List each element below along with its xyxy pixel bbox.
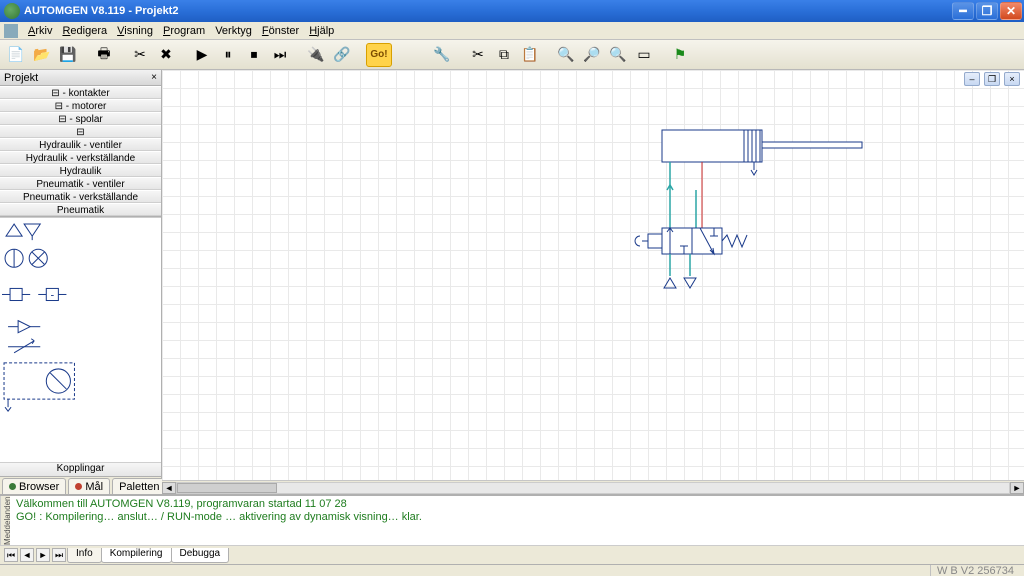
tb-connect-icon[interactable]: 🔌 (304, 43, 328, 67)
project-panel-close-icon[interactable]: × (151, 72, 157, 83)
tb-open-icon[interactable]: 📂 (30, 43, 54, 67)
tree-motorer[interactable]: ⊟ - motorer (0, 99, 161, 112)
menu-redigera[interactable]: Redigera (62, 25, 107, 37)
tb-play-icon[interactable]: ▶ (190, 43, 214, 67)
project-tree: ⊟ - kontakter ⊟ - motorer ⊟ - spolar ⊟ H… (0, 86, 161, 217)
project-panel-header: Projekt × (0, 70, 161, 86)
mdi-restore-icon[interactable]: ❐ (984, 72, 1000, 86)
valve-symbol[interactable] (635, 228, 747, 288)
tab-paletten[interactable]: Paletten (112, 478, 166, 494)
menu-fonster[interactable]: Fönster (262, 25, 299, 37)
tb-stop-icon[interactable]: ⏹ (242, 43, 266, 67)
maximize-button[interactable]: ❐ (976, 2, 998, 20)
tb-zoom-fit-icon[interactable]: 🔍 (606, 43, 630, 67)
message-line: GO! : Kompilering… anslut… / RUN-mode … … (16, 511, 1020, 524)
tb-paste-icon[interactable]: 📋 (518, 43, 542, 67)
app-icon (4, 3, 20, 19)
tb-go-button[interactable]: Go! (366, 43, 392, 67)
minimize-button[interactable]: ━ (952, 2, 974, 20)
canvas-area: – ❐ × (162, 70, 1024, 494)
hscroll-left-icon[interactable]: ◄ (162, 482, 176, 494)
tb-zoom-out-icon[interactable]: 🔎 (580, 43, 604, 67)
tree-blank[interactable]: ⊟ (0, 125, 161, 138)
tree-pneu-vent[interactable]: Pneumatik - ventiler (0, 177, 161, 190)
drawing-canvas[interactable] (162, 70, 1024, 480)
tb-window-icon[interactable]: ▭ (632, 43, 656, 67)
mdi-min-icon[interactable]: – (964, 72, 980, 86)
tb-pause-icon[interactable]: ⏸ (216, 43, 240, 67)
msgtab-last-icon[interactable]: ⏭ (52, 548, 66, 562)
tb-blank-icon[interactable] (394, 43, 418, 67)
palette-footer[interactable]: Kopplingar (0, 462, 161, 476)
menu-arkiv[interactable]: Arkiv (28, 25, 52, 37)
messages-side-label: Meddelanden (0, 496, 10, 545)
workspace: Projekt × ⊟ - kontakter ⊟ - motorer ⊟ - … (0, 70, 1024, 494)
menu-visning[interactable]: Visning (117, 25, 153, 37)
mdi-child-controls: – ❐ × (964, 72, 1020, 86)
canvas-hscrollbar[interactable]: ◄ ► (162, 480, 1024, 494)
msgtab-next-icon[interactable]: ► (36, 548, 50, 562)
tb-cut2-icon[interactable]: ✂ (466, 43, 490, 67)
pneumatic-diagram (162, 70, 1024, 480)
toolbar: 📄 📂 💾 🖶 ✂ ✖ ▶ ⏸ ⏹ ⏭ 🔌 🔗 Go! 🔧 ✂ ⧉ 📋 🔍 🔎 … (0, 40, 1024, 70)
statusbar: W B V2 256734 (0, 564, 1024, 576)
messages-panel: Meddelanden Välkommen till AUTOMGEN V8.1… (0, 494, 1024, 564)
tree-spolar[interactable]: ⊟ - spolar (0, 112, 161, 125)
tb-run-flag-icon[interactable]: ⚑ (668, 43, 692, 67)
cylinder-symbol[interactable] (662, 130, 862, 175)
window-title: AUTOMGEN V8.119 - Projekt2 (24, 5, 952, 17)
tree-hyd[interactable]: Hydraulik (0, 164, 161, 177)
tb-tool1-icon[interactable]: 🔧 (430, 43, 454, 67)
menu-verktyg[interactable]: Verktyg (215, 25, 252, 37)
tb-disconnect-icon[interactable]: 🔗 (330, 43, 354, 67)
hscroll-right-icon[interactable]: ► (1010, 482, 1024, 494)
left-panel-tabs: Browser Mål Paletten (0, 476, 161, 494)
msgtab-first-icon[interactable]: ⏮ (4, 548, 18, 562)
tab-mal[interactable]: Mål (68, 478, 110, 494)
svg-text:-: - (50, 290, 54, 302)
tb-cut-icon[interactable]: ✂ (128, 43, 152, 67)
tree-pneu-verk[interactable]: Pneumatik - verkställande (0, 190, 161, 203)
symbol-palette[interactable]: - (0, 217, 161, 462)
tb-new-icon[interactable]: 📄 (4, 43, 28, 67)
tree-pneu[interactable]: Pneumatik (0, 203, 161, 216)
project-panel: Projekt × ⊟ - kontakter ⊟ - motorer ⊟ - … (0, 70, 162, 494)
menu-program[interactable]: Program (163, 25, 205, 37)
tb-save-icon[interactable]: 💾 (56, 43, 80, 67)
tb-step-icon[interactable]: ⏭ (268, 43, 292, 67)
flow-line (667, 162, 696, 228)
titlebar: AUTOMGEN V8.119 - Projekt2 ━ ❐ ✕ (0, 0, 1024, 22)
messages-body: Meddelanden Välkommen till AUTOMGEN V8.1… (0, 496, 1024, 546)
tree-hyd-verk[interactable]: Hydraulik - verkställande (0, 151, 161, 164)
tree-hyd-vent[interactable]: Hydraulik - ventiler (0, 138, 161, 151)
message-line: Välkommen till AUTOMGEN V8.119, programv… (16, 498, 1020, 511)
tab-browser[interactable]: Browser (2, 478, 66, 494)
menu-icon (4, 24, 18, 38)
tb-copy-icon[interactable]: ⧉ (492, 43, 516, 67)
status-right: W B V2 256734 (930, 565, 1020, 576)
tb-delete-icon[interactable]: ✖ (154, 43, 178, 67)
mdi-close-icon[interactable]: × (1004, 72, 1020, 86)
menu-hjalp[interactable]: Hjälp (309, 25, 334, 37)
msgtab-kompilering[interactable]: Kompilering (101, 548, 172, 563)
tb-zoom-in-icon[interactable]: 🔍 (554, 43, 578, 67)
tb-print-icon[interactable]: 🖶 (92, 43, 116, 67)
menubar: Arkiv Redigera Visning Program Verktyg F… (0, 22, 1024, 40)
msgtab-prev-icon[interactable]: ◄ (20, 548, 34, 562)
messages-tabs: ⏮ ◄ ► ⏭ Info Kompilering Debugga (0, 546, 1024, 564)
project-panel-title: Projekt (4, 72, 38, 84)
tree-kontakter[interactable]: ⊟ - kontakter (0, 86, 161, 99)
msgtab-debugga[interactable]: Debugga (171, 548, 230, 563)
close-button[interactable]: ✕ (1000, 2, 1022, 20)
msgtab-info[interactable]: Info (67, 548, 102, 563)
